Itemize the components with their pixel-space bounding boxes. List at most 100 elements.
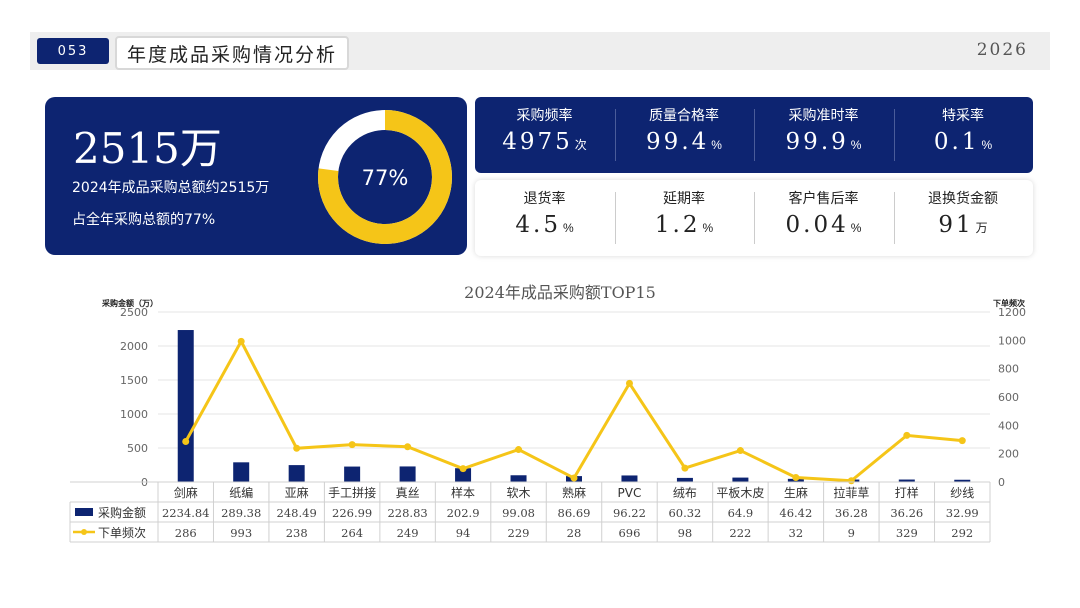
- category-label: 熟麻: [562, 485, 586, 500]
- kpi-card: 质量合格率 99.4%: [615, 97, 754, 173]
- line-value-label: 9: [848, 526, 855, 540]
- frequency-point-平板木皮: [736, 447, 744, 455]
- line-value-label: 264: [341, 526, 363, 540]
- page-title: 年度成品采购情况分析: [115, 36, 350, 70]
- frequency-point-软木: [515, 446, 523, 454]
- kpi-value: 99.9%: [754, 129, 893, 155]
- kpi-label: 特采率: [942, 108, 984, 124]
- category-label: 真丝: [396, 486, 420, 500]
- year-label: 2026: [976, 40, 1028, 60]
- kpi-value: 91 万: [894, 212, 1033, 238]
- bar-亚麻: [288, 465, 305, 482]
- kpi-value: 1.2%: [615, 212, 754, 238]
- category-label: 纸编: [229, 485, 253, 500]
- kpi-number: 4975: [502, 129, 573, 155]
- frequency-point-纱线: [958, 437, 966, 445]
- bar-value-label: 60.32: [668, 506, 701, 520]
- kpi-unit: %: [702, 221, 714, 235]
- frequency-point-熟麻: [570, 474, 578, 482]
- kpi-unit: %: [981, 138, 993, 152]
- category-label: 样本: [451, 485, 475, 500]
- kpi-row-bottom: 退货率 4.5% 延期率 1.2% 客户售后率 0.04% 退换货金额 91 万: [475, 180, 1033, 256]
- kpi-label: 延期率: [663, 191, 705, 207]
- bar-软木: [510, 475, 527, 482]
- frequency-point-纸编: [237, 337, 245, 345]
- bar-value-label: 32.99: [946, 506, 979, 520]
- legend-bar-swatch: [75, 508, 93, 516]
- frequency-point-绒布: [681, 464, 689, 472]
- kpi-number: 99.9: [785, 129, 849, 155]
- kpi-row-top: 采购频率 4975 次 质量合格率 99.4% 采购准时率 99.9% 特采率 0.1%: [475, 97, 1033, 173]
- bar-真丝: [399, 466, 416, 482]
- bar-平板木皮: [732, 477, 749, 482]
- category-label: 剑麻: [174, 485, 198, 500]
- bar-手工拼接: [344, 466, 361, 482]
- line-value-label: 238: [286, 526, 308, 540]
- left-tick-label: 2500: [120, 306, 148, 319]
- frequency-point-生麻: [792, 473, 800, 481]
- kpi-divider: [893, 109, 895, 161]
- frequency-point-手工拼接: [348, 441, 356, 449]
- right-tick-label: 1000: [998, 334, 1026, 347]
- bar-value-label: 99.08: [502, 506, 535, 520]
- bar-value-label: 96.22: [613, 506, 646, 520]
- kpi-label: 采购准时率: [788, 108, 859, 124]
- line-value-label: 229: [508, 526, 530, 540]
- bar-value-label: 46.42: [779, 506, 812, 520]
- legend-bar-label: 采购金额: [98, 505, 146, 520]
- bar-PVC: [621, 475, 638, 482]
- line-value-label: 94: [456, 526, 471, 540]
- kpi-number: 0.1: [933, 129, 980, 155]
- donut-label: 77%: [362, 166, 409, 190]
- bar-剑麻: [177, 330, 194, 482]
- right-tick-label: 400: [998, 419, 1019, 432]
- legend-line-marker: [81, 529, 87, 535]
- bar-value-label: 2234.84: [162, 506, 210, 520]
- page-number: 053: [37, 38, 109, 64]
- bar-value-label: 202.9: [447, 506, 480, 520]
- right-tick-label: 0: [998, 476, 1005, 489]
- bar-value-label: 289.38: [221, 506, 261, 520]
- frequency-point-拉菲草: [847, 477, 855, 485]
- line-value-label: 28: [567, 526, 582, 540]
- frequency-line: [184, 338, 963, 483]
- frequency-point-样本: [459, 465, 467, 473]
- kpi-value: 0.1%: [894, 129, 1033, 155]
- kpi-divider: [893, 192, 895, 244]
- kpi-number: 91: [938, 212, 974, 238]
- left-tick-label: 1500: [120, 374, 148, 387]
- category-label: 生麻: [784, 485, 808, 500]
- line-value-label: 222: [729, 526, 751, 540]
- right-tick-label: 1200: [998, 306, 1026, 319]
- category-label: 拉菲草: [833, 485, 869, 500]
- kpi-card: 特采率 0.1%: [894, 97, 1033, 173]
- kpi-card: 采购准时率 99.9%: [754, 97, 893, 173]
- kpi-card: 延期率 1.2%: [615, 180, 754, 256]
- summary-line-2: 占全年采购总额的77%: [72, 212, 216, 228]
- kpi-divider: [614, 109, 616, 161]
- left-tick-label: 1000: [120, 408, 148, 421]
- kpi-value: 4975 次: [475, 129, 614, 155]
- kpi-card: 采购频率 4975 次: [475, 97, 614, 173]
- kpi-unit: %: [562, 221, 574, 235]
- frequency-point-剑麻: [182, 437, 190, 445]
- bar-value-label: 36.26: [890, 506, 923, 520]
- kpi-divider: [754, 192, 755, 244]
- total-amount: 2515万: [73, 124, 222, 173]
- kpi-number: 99.4: [646, 129, 710, 155]
- line-value-label: 329: [896, 526, 918, 540]
- bar-value-label: 86.69: [558, 506, 591, 520]
- kpi-label: 采购频率: [516, 108, 573, 124]
- category-label: PVC: [618, 486, 642, 500]
- bar-value-label: 248.49: [277, 506, 317, 520]
- bar-纸编: [233, 462, 250, 482]
- chart-title: 2024年成品采购额TOP15: [464, 283, 656, 302]
- kpi-value: 0.04%: [754, 212, 893, 238]
- kpi-unit: 次: [574, 138, 587, 152]
- frequency-point-PVC: [625, 379, 633, 387]
- frequency-point-打样: [903, 431, 911, 439]
- kpi-label: 退货率: [523, 191, 566, 207]
- category-label: 亚麻: [285, 485, 309, 500]
- kpi-value: 4.5%: [475, 212, 614, 238]
- legend-line-label: 下单频次: [98, 526, 146, 540]
